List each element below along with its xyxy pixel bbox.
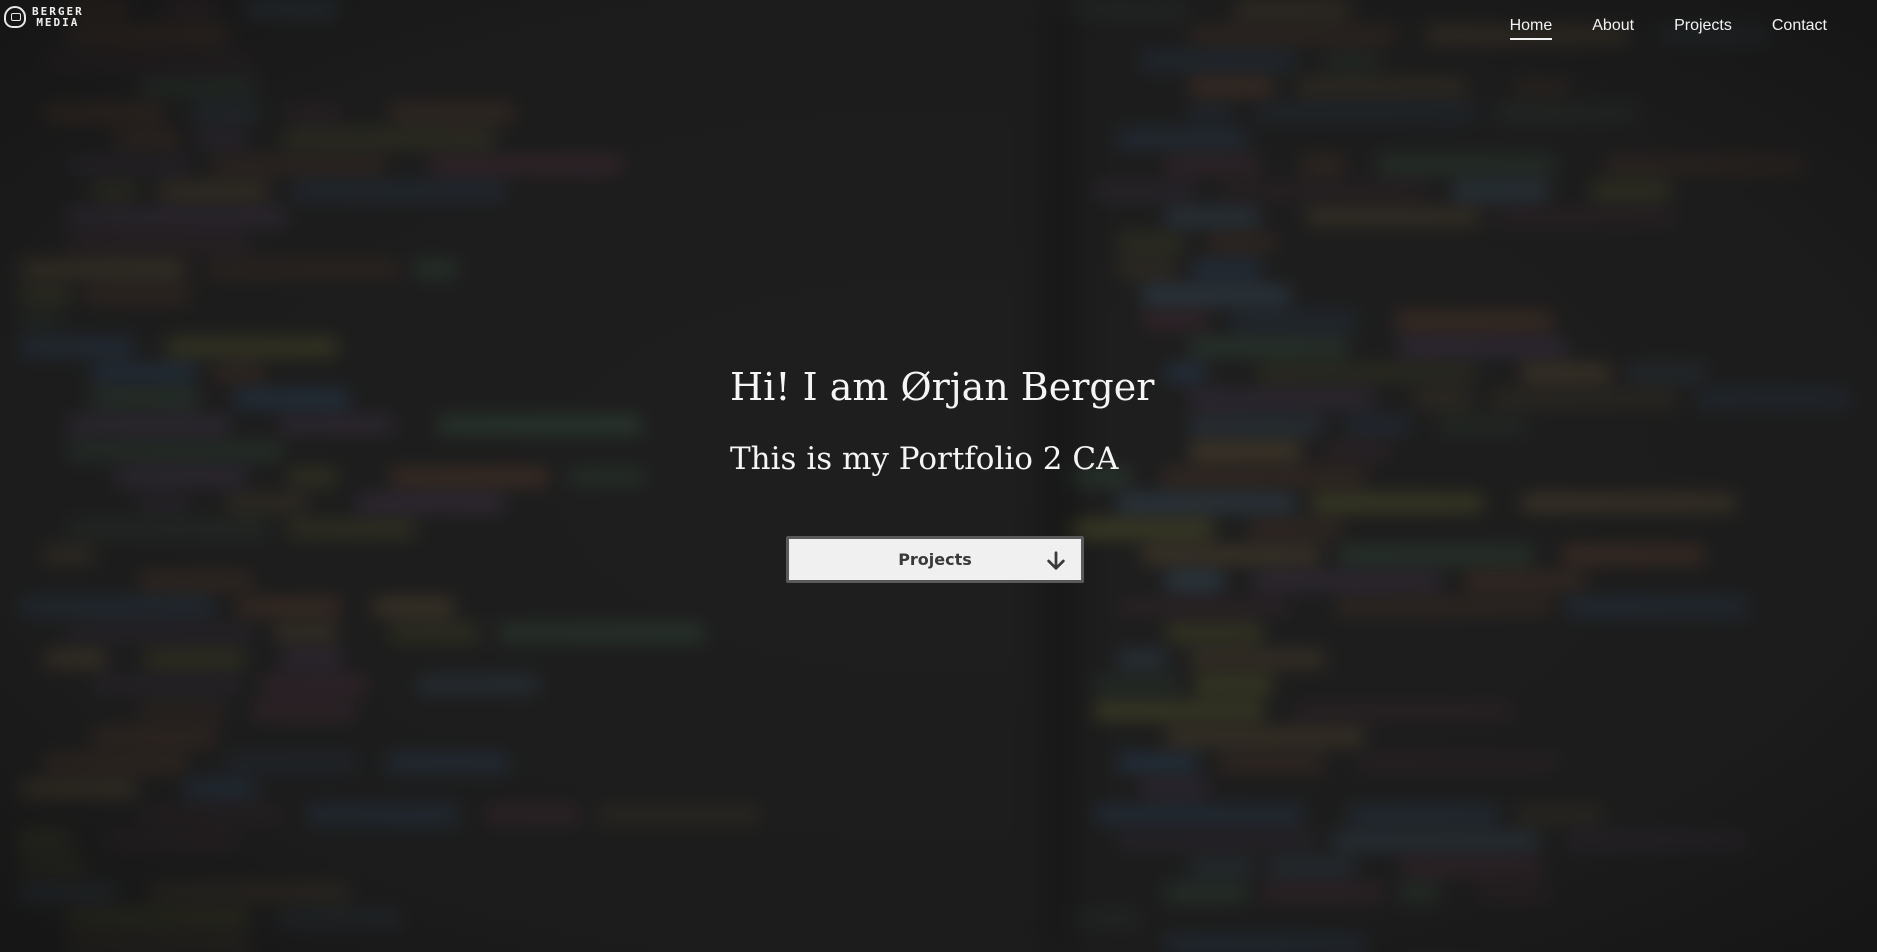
projects-button-label: Projects [898,550,972,569]
brand-wordmark: BERGER MEDIA [32,6,84,28]
main-nav: Home About Projects Contact [1509,17,1827,40]
nav-home[interactable]: Home [1509,17,1553,40]
hero-section: BERGER MEDIA Home About Projects Contact… [0,0,1877,952]
nav-contact[interactable]: Contact [1772,17,1827,40]
hero-headline: Hi! I am Ørjan Berger [730,365,1155,409]
nav-about[interactable]: About [1592,17,1634,40]
arrow-down-icon [1047,551,1065,570]
projects-button[interactable]: Projects [786,536,1084,583]
brand-logo[interactable]: BERGER MEDIA [4,6,84,28]
nav-projects[interactable]: Projects [1674,17,1732,40]
brand-line-2: MEDIA [36,16,80,29]
hero-subline: This is my Portfolio 2 CA [730,441,1119,477]
monitor-icon [4,6,26,28]
hero-content: Hi! I am Ørjan Berger This is my Portfol… [730,365,1154,477]
